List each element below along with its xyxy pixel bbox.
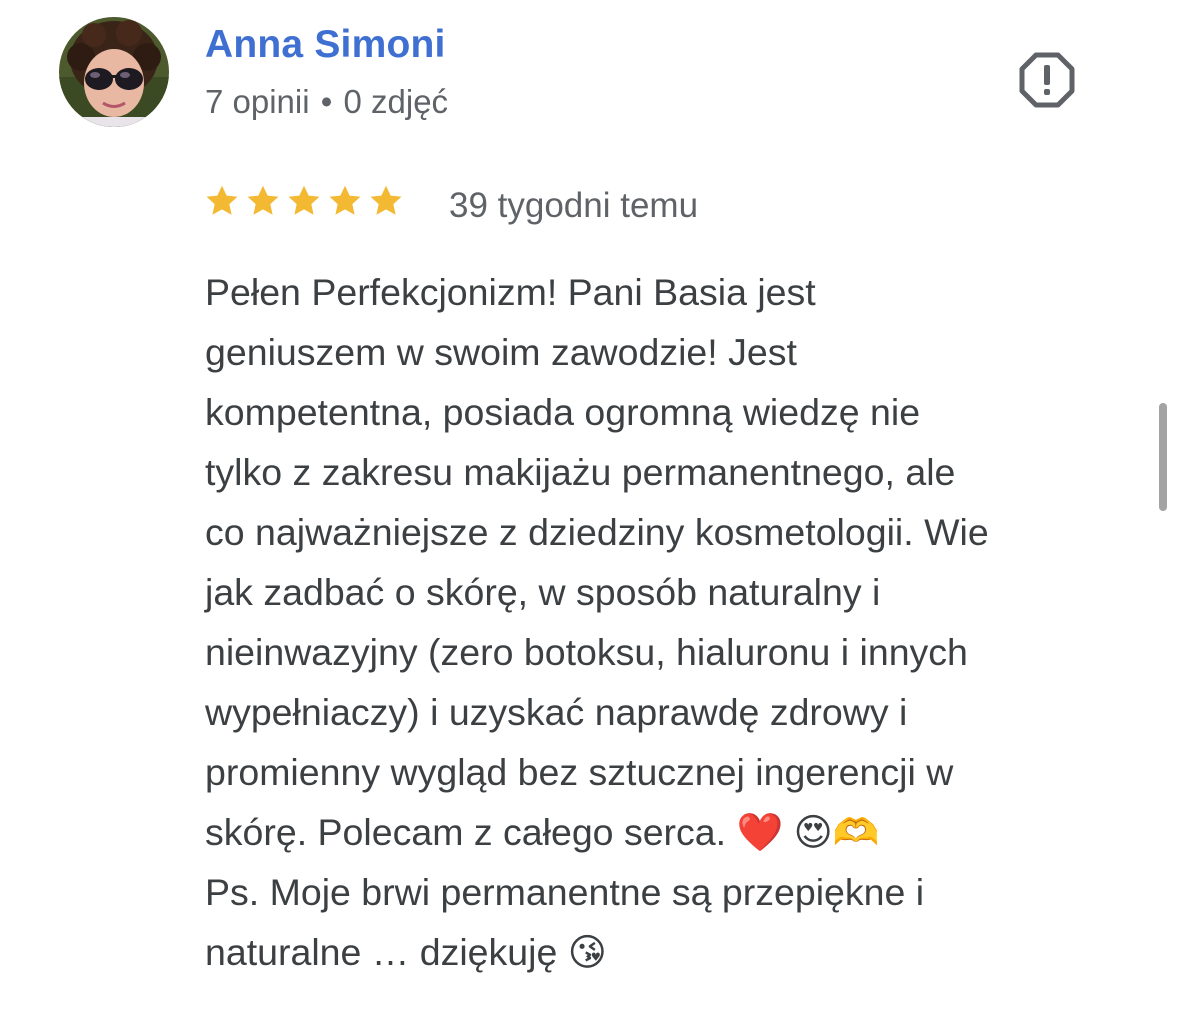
star-rating bbox=[204, 183, 404, 223]
review-text: Pełen Perfekcjonizm! Pani Basia jest gen… bbox=[205, 271, 989, 973]
review-count: 7 opinii bbox=[205, 83, 310, 120]
user-avatar-photo bbox=[59, 17, 169, 127]
report-button[interactable] bbox=[1018, 51, 1076, 109]
star-icon bbox=[288, 185, 320, 215]
scrollbar-thumb[interactable] bbox=[1159, 403, 1167, 511]
review-date: 39 tygodni temu bbox=[449, 186, 699, 225]
report-flag-octagon-icon bbox=[1019, 52, 1075, 108]
reviewer-stats: 7 opinii • 0 zdjęć bbox=[205, 82, 448, 122]
star-icon bbox=[329, 185, 361, 215]
meta-separator: • bbox=[320, 83, 333, 120]
reviewer-name[interactable]: Anna Simoni bbox=[205, 22, 446, 68]
star-icon bbox=[370, 185, 402, 215]
star-icon bbox=[206, 185, 238, 215]
star-icon bbox=[247, 185, 279, 215]
reviewer-avatar[interactable] bbox=[59, 17, 169, 127]
photo-count: 0 zdjęć bbox=[343, 83, 449, 120]
